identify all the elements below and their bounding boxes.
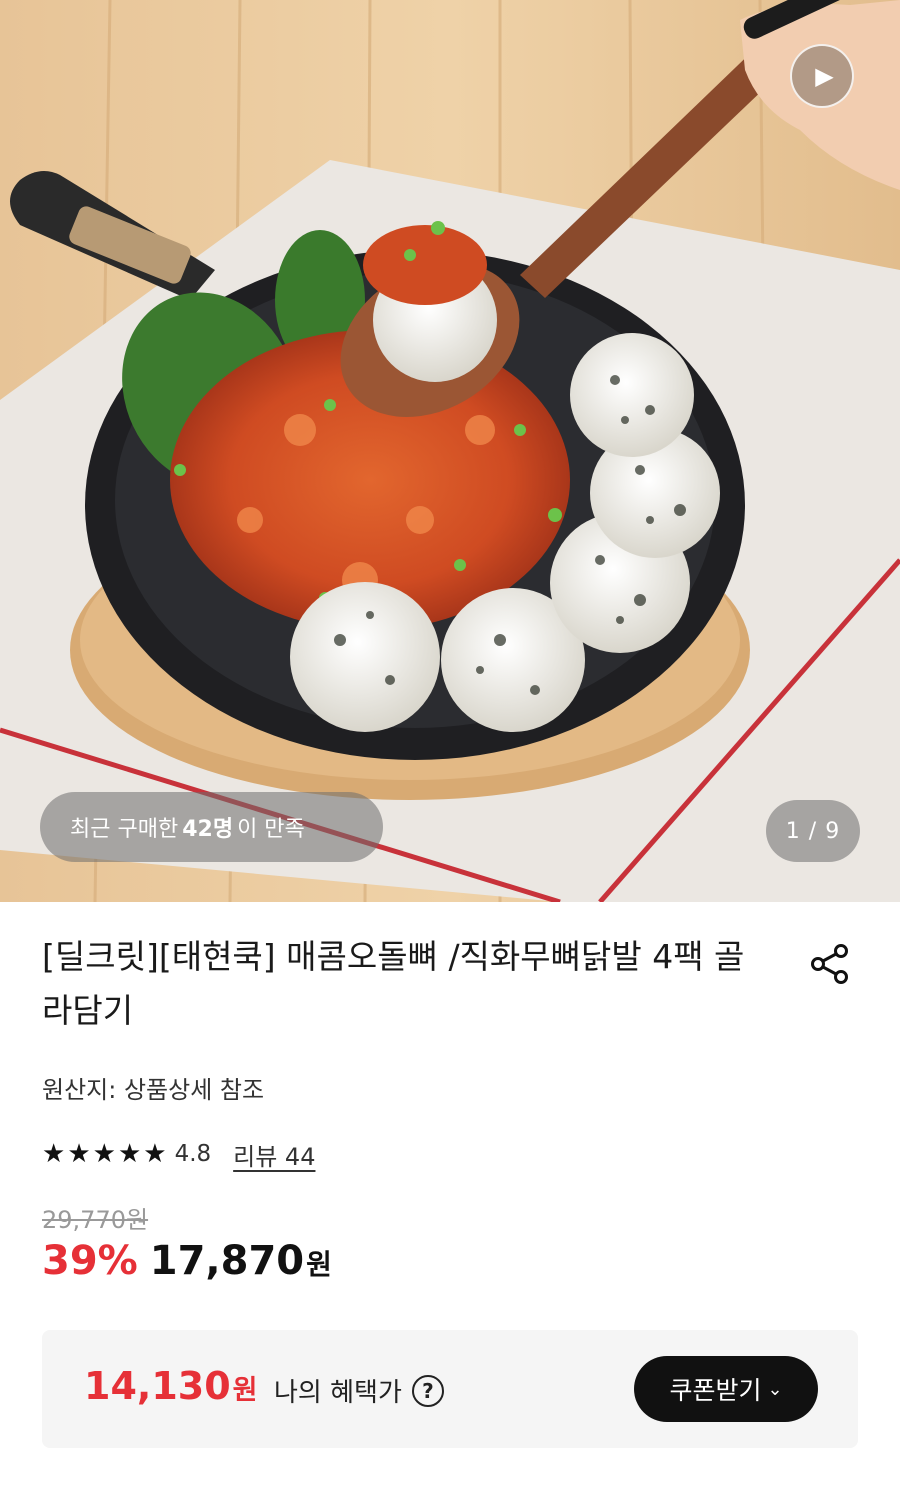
star-icon: ★ bbox=[117, 1139, 142, 1169]
help-icon[interactable]: ? bbox=[411, 1374, 444, 1407]
get-coupon-button[interactable]: 쿠폰받기 ⌄ bbox=[634, 1356, 818, 1422]
currency-label: 원 bbox=[306, 1248, 332, 1281]
review-link[interactable]: 리뷰 44 bbox=[233, 1137, 315, 1172]
buyers-count: 42명 bbox=[182, 817, 234, 842]
product-title: [딜크릿][태현쿡] 매콤오돌뼈 /직화무뼈닭발 4팩 골라담기 bbox=[42, 937, 745, 1030]
share-icon bbox=[811, 944, 848, 984]
chevron-down-icon: ⌄ bbox=[767, 1378, 783, 1400]
product-image[interactable]: ▶ 최근 구매한 42명 이 만족 1 / 9 bbox=[0, 0, 900, 902]
price-row: 39% 17,870 원 bbox=[42, 1238, 332, 1294]
benefit-price-value: 14,130 bbox=[84, 1364, 231, 1408]
benefit-price-box: 14,130 원 나의 혜택가 ? 쿠폰받기 ⌄ bbox=[42, 1330, 858, 1448]
sale-price: 17,870 bbox=[149, 1238, 305, 1284]
image-counter: 1 / 9 bbox=[766, 800, 860, 862]
star-icon: ★ bbox=[143, 1139, 167, 1169]
share-button[interactable] bbox=[804, 940, 856, 988]
buyers-suffix: 이 만족 bbox=[237, 817, 305, 842]
benefit-currency: 원 bbox=[232, 1375, 258, 1406]
origin-info: 원산지: 상품상세 참조 bbox=[42, 1076, 265, 1104]
recent-buyers-badge: 최근 구매한 42명 이 만족 bbox=[40, 792, 383, 862]
original-price: 29,770원 bbox=[42, 1206, 149, 1234]
rating-value: 4.8 bbox=[174, 1141, 212, 1167]
buyers-prefix: 최근 구매한 bbox=[70, 817, 179, 842]
benefit-price: 14,130 원 bbox=[84, 1364, 257, 1408]
benefit-label-group: 나의 혜택가 ? bbox=[274, 1372, 444, 1409]
product-photo bbox=[0, 0, 900, 902]
benefit-label: 나의 혜택가 bbox=[274, 1378, 402, 1408]
star-icon: ★ bbox=[67, 1139, 91, 1169]
video-play-button[interactable]: ▶ bbox=[790, 44, 854, 108]
star-icon: ★ bbox=[42, 1139, 66, 1169]
rating-row: ★ ★ ★ ★ ★ 4.8 리뷰 44 bbox=[42, 1136, 315, 1172]
star-rating: ★ ★ ★ ★ ★ bbox=[42, 1141, 167, 1167]
play-icon: ▶ bbox=[815, 62, 834, 90]
star-icon: ★ bbox=[92, 1139, 116, 1169]
coupon-label: 쿠폰받기 bbox=[669, 1376, 762, 1405]
discount-rate: 39% bbox=[42, 1238, 138, 1284]
